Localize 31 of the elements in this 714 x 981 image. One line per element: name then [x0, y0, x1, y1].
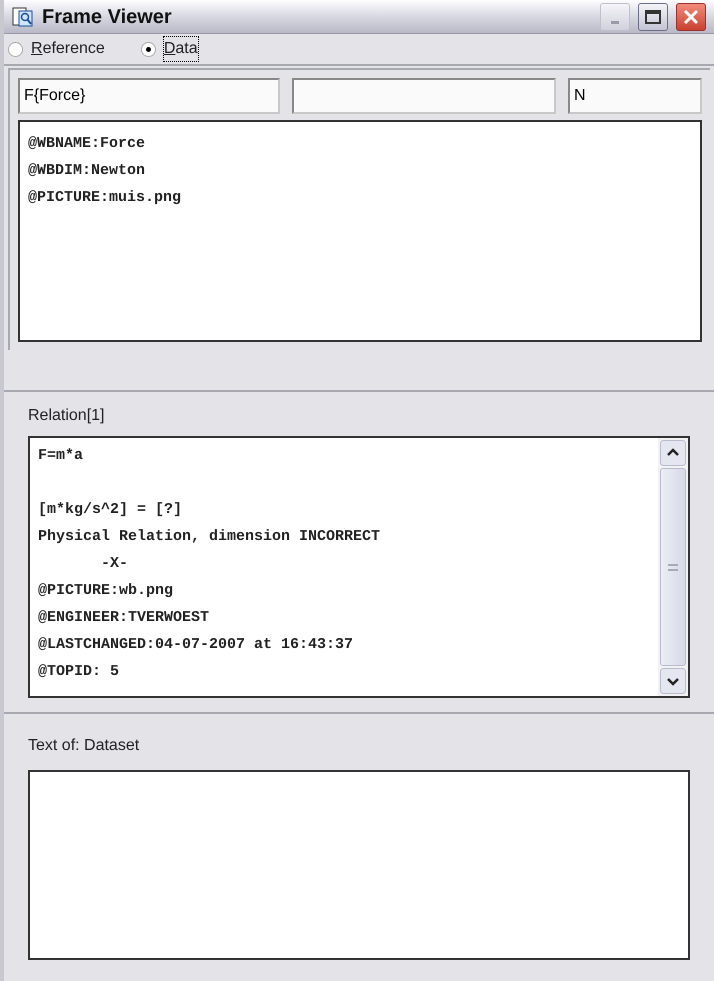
mode-radio[interactable]: Data [140, 37, 198, 61]
window-app-icon [12, 6, 34, 28]
text-line: @PICTURE:wb.png [38, 581, 174, 601]
frame-text-area[interactable]: @WBNAME:Force @WBDIM:Newton @PICTURE:muis.png [18, 120, 702, 342]
name-field[interactable]: F{Force} [18, 78, 280, 114]
text-line: @ENGINEER:TVERWOEST [38, 608, 210, 628]
text-field[interactable] [292, 78, 556, 114]
relation-title: Relation[1] [28, 406, 106, 426]
text-line: -X- [100, 554, 130, 574]
maximize-button[interactable] [638, 2, 668, 30]
mode-radio[interactable]: Reference [8, 37, 105, 61]
scroll-up-icon[interactable] [660, 440, 686, 466]
scrollbar[interactable] [658, 438, 688, 696]
text-line: @PICTURE:muis.png [28, 188, 182, 208]
text-line: Physical Relation, dimension INCORRECT [38, 527, 382, 547]
text-line: [m*kg/s^2] = [?] [38, 500, 184, 520]
relation-text-area[interactable]: F=m*a [m*kg/s^2] = [?] Physical Relation, dimension INCORRECT -X- @PICTURE:wb.png @ENGINEER:TVERWOEST @LASTCHANGED:04-07-2007 at 16:43:37 @TOPID: 5 [28, 436, 690, 698]
text-line: @WBDIM:Newton [28, 161, 146, 181]
close-button[interactable] [676, 2, 706, 30]
close-icon[interactable] [683, 8, 699, 24]
scroll-thumb[interactable] [660, 468, 686, 666]
maximize-icon[interactable] [645, 10, 661, 24]
dataset-text-area[interactable] [28, 770, 690, 960]
text-line: @WBNAME:Force [28, 134, 146, 154]
scroll-down-icon[interactable] [660, 668, 686, 694]
text-line: @LASTCHANGED:04-07-2007 at 16:43:37 [38, 635, 354, 655]
unit-field[interactable]: N [568, 78, 702, 114]
window-title: Frame Viewer [42, 4, 173, 30]
dataset-title: Text of: Dataset [28, 736, 140, 756]
formula-line: F=m*a [38, 446, 84, 466]
text-line: @TOPID: 5 [38, 662, 120, 682]
